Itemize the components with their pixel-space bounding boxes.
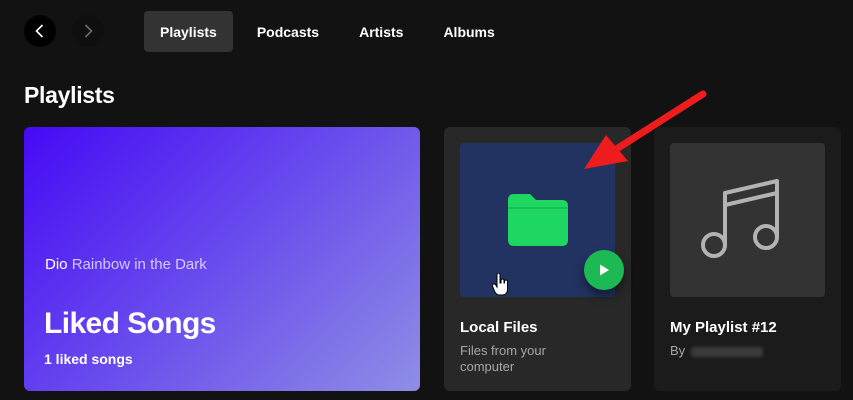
section-title: Playlists: [24, 82, 115, 108]
tab-artists[interactable]: Artists: [343, 11, 419, 52]
blurred-owner-name: [691, 346, 764, 357]
chevron-right-icon: [84, 24, 93, 38]
my-playlist-owner: By: [670, 343, 810, 359]
play-icon: [600, 264, 609, 276]
liked-songs-title: Liked Songs: [44, 307, 216, 340]
tab-playlists[interactable]: Playlists: [144, 11, 233, 52]
library-tabs: Playlists Podcasts Artists Albums: [144, 11, 511, 52]
forward-button[interactable]: [72, 15, 104, 47]
liked-songs-card[interactable]: Dio Rainbow in the Dark Liked Songs 1 li…: [24, 127, 420, 391]
owner-prefix: By: [670, 343, 686, 358]
play-button[interactable]: [584, 250, 624, 290]
tab-albums[interactable]: Albums: [427, 11, 510, 52]
tab-podcasts[interactable]: Podcasts: [241, 11, 335, 52]
hand-cursor-icon: [492, 273, 508, 296]
music-note-icon: [701, 179, 779, 258]
liked-preview: Dio Rainbow in the Dark: [45, 256, 207, 273]
local-files-title: Local Files: [460, 319, 538, 336]
preview-song: Rainbow in the Dark: [71, 256, 207, 273]
local-files-subtitle: Files from your computer: [460, 343, 546, 374]
chevron-left-icon: [35, 24, 44, 38]
my-playlist-title: My Playlist #12: [670, 319, 777, 336]
annotation-arrow-icon: [584, 90, 707, 169]
liked-songs-count: 1 liked songs: [44, 351, 133, 367]
folder-icon: [508, 194, 568, 246]
preview-artist: Dio: [45, 256, 68, 273]
back-button[interactable]: [24, 15, 56, 47]
